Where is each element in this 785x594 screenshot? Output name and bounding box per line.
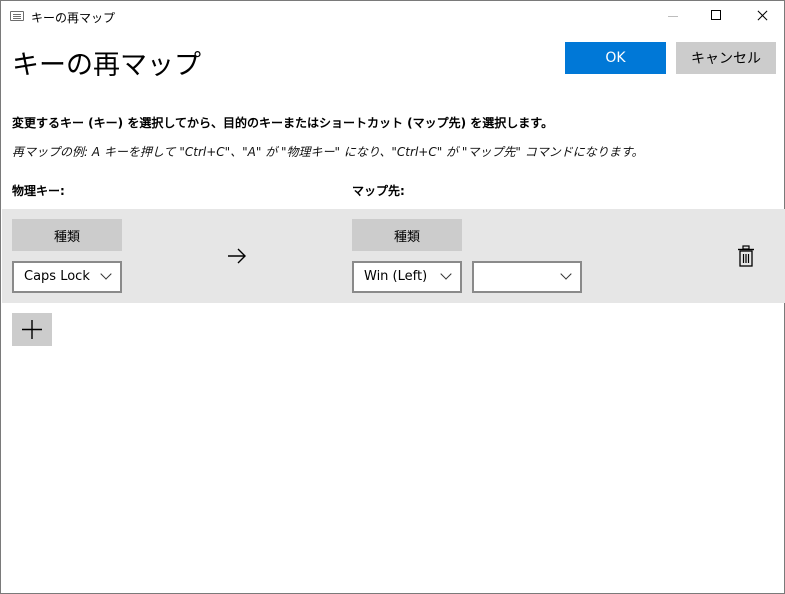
title-bar: キーの再マップ: [1, 1, 784, 31]
cancel-button[interactable]: キャンセル: [676, 42, 776, 74]
chevron-down-icon: [100, 268, 112, 280]
window-title: キーの再マップ: [31, 11, 116, 25]
minimize-button[interactable]: [650, 1, 696, 31]
example-text: 再マップの例: A キーを押して "Ctrl+C"、"A" が "物理キー" に…: [12, 145, 644, 159]
minimize-icon: [668, 16, 678, 17]
target-key2-dropdown[interactable]: [472, 261, 582, 293]
ok-button[interactable]: OK: [565, 42, 666, 74]
close-button[interactable]: [739, 1, 785, 31]
plus-icon: [22, 320, 42, 339]
maximize-icon: [711, 10, 721, 20]
page-title: キーの再マップ: [12, 50, 201, 81]
source-type-button[interactable]: 種類: [12, 219, 122, 251]
keyboard-icon: [10, 11, 24, 21]
physical-key-header: 物理キー:: [12, 184, 65, 198]
instruction-text: 変更するキー (キー) を選択してから、目的のキーまたはショートカット (マップ…: [12, 116, 554, 130]
source-key-value: Caps Lock: [24, 269, 90, 284]
source-key-dropdown[interactable]: Caps Lock: [12, 261, 122, 293]
target-key-value: Win (Left): [364, 269, 428, 284]
maximize-button[interactable]: [693, 1, 739, 31]
target-type-button[interactable]: 種類: [352, 219, 462, 251]
add-remap-button[interactable]: [12, 313, 52, 346]
mapped-to-header: マップ先:: [352, 184, 405, 198]
target-key-dropdown[interactable]: Win (Left): [352, 261, 462, 293]
trash-icon[interactable]: [737, 245, 755, 267]
chevron-down-icon: [560, 268, 572, 280]
chevron-down-icon: [440, 268, 452, 280]
arrow-right-icon: [228, 248, 246, 264]
remap-row: 種類 Caps Lock 種類 Win (Left): [2, 209, 785, 303]
remap-keys-window: キーの再マップ キーの再マップ OK キャンセル 変更するキー (キー) を選択…: [0, 0, 785, 594]
